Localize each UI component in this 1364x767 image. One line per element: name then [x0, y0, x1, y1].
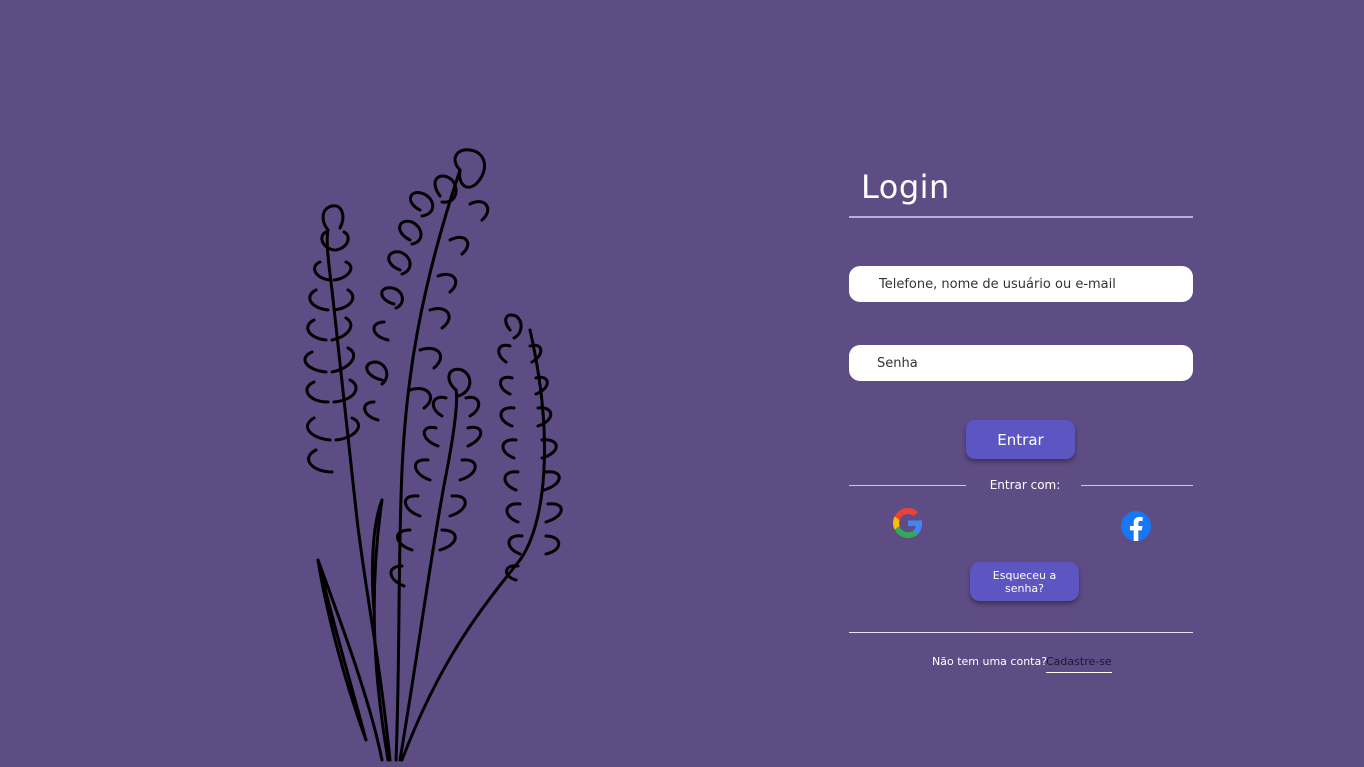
bottom-divider — [849, 632, 1193, 633]
google-login-button[interactable] — [893, 508, 923, 538]
title-divider — [849, 216, 1193, 218]
username-input[interactable] — [849, 266, 1193, 302]
facebook-login-button[interactable] — [1121, 511, 1151, 542]
google-icon — [893, 508, 923, 538]
page-title: Login — [861, 168, 950, 206]
divider-left — [849, 485, 966, 486]
lavender-illustration — [270, 140, 600, 763]
login-panel: Login Entrar Entrar com: Esqueceu a senh… — [849, 160, 1193, 690]
signup-link[interactable]: Cadastre-se — [1046, 655, 1112, 673]
password-input[interactable] — [849, 345, 1193, 381]
divider-right — [1081, 485, 1193, 486]
lavender-flower-icon — [303, 148, 563, 762]
facebook-icon — [1121, 511, 1151, 542]
no-account-text: Não tem uma conta? — [932, 655, 1048, 668]
social-login-label: Entrar com: — [989, 478, 1061, 492]
login-button[interactable]: Entrar — [966, 420, 1075, 459]
forgot-password-button[interactable]: Esqueceu a senha? — [970, 562, 1079, 601]
